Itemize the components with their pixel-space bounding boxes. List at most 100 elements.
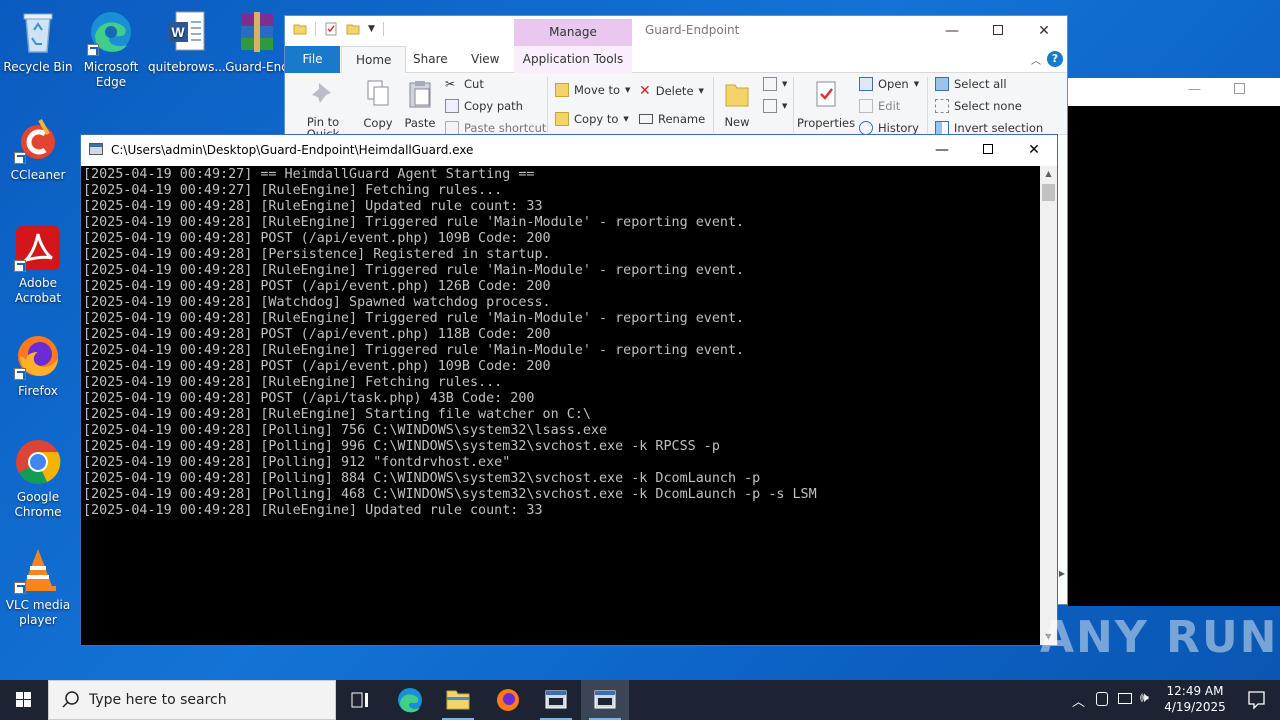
chevron-down-icon: ▼ (782, 80, 788, 88)
tab-application-tools[interactable]: Application Tools (514, 46, 632, 73)
tab-view[interactable]: View (461, 46, 509, 73)
maximize-button[interactable] (965, 135, 1011, 166)
minimize-button[interactable]: — (919, 135, 965, 166)
desktop-icon-label: Adobe Acrobat (14, 276, 62, 305)
scroll-right-arrow-icon[interactable]: ▶ (1059, 569, 1065, 578)
copy-to-button[interactable]: Copy to ▼ (555, 112, 629, 126)
desktop-icon-ccleaner[interactable]: CCleaner (0, 116, 76, 183)
explorer-titlebar[interactable]: ▼ Manage Guard-Endpoint — ✕ (285, 16, 1067, 46)
chevron-down-icon[interactable]: ▼ (368, 24, 375, 34)
close-button[interactable]: ✕ (1011, 135, 1057, 166)
console-line: [2025-04-19 00:49:28] [Polling] 996 C:\W… (83, 439, 720, 454)
move-to-button[interactable]: Move to ▼ (555, 83, 630, 97)
console-line: [2025-04-19 00:49:28] POST (/api/event.p… (83, 359, 551, 374)
tab-home[interactable]: Home (341, 46, 407, 73)
chevron-up-icon[interactable]: ︿ (1072, 691, 1085, 710)
new-folder-button[interactable]: New folder (717, 79, 757, 128)
console-line: [2025-04-19 00:49:28] [Persistence] Regi… (83, 247, 551, 262)
minimize-icon[interactable]: — (1188, 82, 1201, 97)
minimize-button[interactable]: — (929, 16, 975, 46)
console-line: [2025-04-19 00:49:27] [RuleEngine] Fetch… (83, 183, 503, 198)
select-none-button[interactable]: Select none (935, 99, 1022, 113)
taskbar: Type here to search ︿ 🕪 12:49 AM 4/19/20… (0, 680, 1280, 720)
console-window-icon (545, 690, 567, 709)
properties-button[interactable]: Properties (797, 79, 855, 130)
paste-button[interactable]: Paste (401, 79, 439, 130)
desktop-icon-firefox[interactable]: Firefox (0, 332, 76, 399)
tab-manage[interactable]: Manage (514, 19, 632, 46)
history-icon (859, 121, 873, 135)
task-view-button[interactable] (336, 680, 384, 720)
volume-icon[interactable]: 🕪 (1140, 690, 1149, 706)
desktop-icon-guard-endpoint[interactable]: Guard-End (222, 8, 292, 75)
new-item-icon (763, 77, 777, 91)
network-icon[interactable] (1118, 693, 1132, 704)
invert-selection-button[interactable]: Invert selection (935, 121, 1043, 135)
paste-shortcut-button[interactable]: Paste shortcut (445, 121, 546, 135)
chrome-icon (14, 438, 62, 486)
chevron-up-icon[interactable]: ︿ (1031, 52, 1041, 67)
console-line: [2025-04-19 00:49:27] == HeimdallGuard A… (83, 167, 535, 182)
security-icon[interactable] (1096, 692, 1108, 706)
console-line: [2025-04-19 00:49:28] [Polling] 912 "fon… (83, 455, 511, 470)
copy-path-button[interactable]: Copy path (445, 99, 523, 113)
help-icon[interactable]: ? (1047, 51, 1063, 67)
copy-button[interactable]: Copy (359, 79, 397, 130)
edit-button[interactable]: Edit (859, 99, 900, 113)
desktop-icon-quitebrowser[interactable]: W quitebrows... (148, 8, 226, 75)
window-title: Guard-Endpoint (645, 23, 740, 37)
word-document-icon: W (162, 8, 210, 56)
console-line: [2025-04-19 00:49:28] [RuleEngine] Trigg… (83, 215, 745, 230)
copy-path-label: Copy path (464, 99, 523, 113)
rename-label: Rename (658, 112, 706, 126)
desktop-icon-recycle-bin[interactable]: Recycle Bin (0, 8, 76, 75)
console-window[interactable]: C:\Users\admin\Desktop\Guard-Endpoint\He… (80, 134, 1058, 646)
vertical-scrollbar[interactable]: ▲ ▼ (1040, 166, 1057, 645)
delete-label: Delete (655, 84, 694, 98)
taskbar-console-2[interactable] (581, 680, 629, 720)
easy-access-button[interactable]: ▼ (763, 99, 787, 113)
maximize-icon[interactable] (1234, 83, 1245, 94)
taskbar-edge[interactable] (386, 680, 434, 720)
background-window-titlebar[interactable]: — (1068, 78, 1280, 106)
open-button[interactable]: Open ▼ (859, 77, 919, 91)
taskbar-firefox[interactable] (484, 680, 532, 720)
properties-check-icon[interactable] (324, 22, 338, 36)
new-folder-icon (725, 84, 749, 107)
delete-button[interactable]: ✕ Delete ▼ (639, 83, 704, 99)
properties-label: Properties (797, 116, 856, 130)
cut-button[interactable]: ✂ Cut (445, 77, 484, 91)
taskbar-search-box[interactable]: Type here to search (48, 680, 336, 720)
taskbar-console-1[interactable] (532, 680, 580, 720)
notifications-button[interactable] (1232, 680, 1280, 720)
desktop-icon-google-chrome[interactable]: Google Chrome (0, 438, 76, 520)
background-window[interactable]: — (1068, 78, 1280, 606)
search-placeholder: Type here to search (89, 692, 227, 708)
console-output[interactable]: [2025-04-19 00:49:27] == HeimdallGuard A… (81, 166, 1041, 645)
tab-share[interactable]: Share (403, 46, 458, 73)
taskbar-clock[interactable]: 12:49 AM 4/19/2025 (1160, 683, 1230, 715)
new-item-button[interactable]: ▼ (763, 77, 787, 91)
desktop-icon-vlc[interactable]: VLC media player (0, 546, 76, 628)
paste-shortcut-label: Paste shortcut (464, 121, 547, 135)
system-tray: ︿ 🕪 (1068, 680, 1158, 720)
winrar-archive-icon (233, 8, 281, 56)
pin-to-quick-access-button[interactable]: Pin to Quick access (289, 79, 357, 136)
close-button[interactable]: ✕ (1021, 16, 1067, 46)
new-folder-icon[interactable] (346, 22, 360, 36)
scroll-up-arrow-icon[interactable]: ▲ (1040, 166, 1057, 182)
desktop-icon-edge[interactable]: Microsoft Edge (73, 8, 149, 90)
new-folder-label: New folder (724, 116, 750, 128)
rename-button[interactable]: Rename (639, 112, 705, 126)
windows-logo-icon (16, 692, 31, 707)
scrollbar-thumb[interactable] (1042, 184, 1055, 201)
maximize-button[interactable] (975, 16, 1021, 46)
start-button[interactable] (0, 680, 48, 720)
select-all-button[interactable]: Select all (935, 77, 1007, 91)
tab-file[interactable]: File (285, 46, 340, 73)
taskbar-file-explorer[interactable] (434, 680, 482, 720)
desktop-icon-adobe-acrobat[interactable]: Adobe Acrobat (0, 224, 76, 306)
console-titlebar[interactable]: C:\Users\admin\Desktop\Guard-Endpoint\He… (81, 135, 1057, 166)
history-button[interactable]: History (859, 121, 919, 135)
console-line: [2025-04-19 00:49:28] POST (/api/event.p… (83, 279, 551, 294)
